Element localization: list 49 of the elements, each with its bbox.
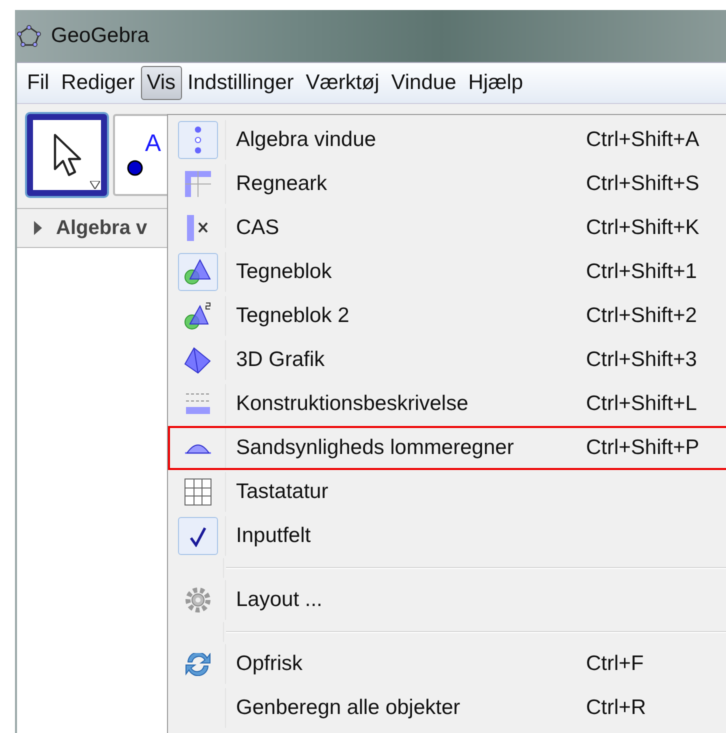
shortcut-text: Ctrl+F — [586, 652, 644, 676]
shortcut-text: Ctrl+Shift+K — [586, 216, 700, 240]
checkmark-icon — [188, 526, 206, 546]
gear-icon — [184, 587, 210, 613]
shortcut-text: Ctrl+Shift+3 — [586, 348, 697, 372]
highlighted-menu-item[interactable]: Sandsynligheds lommeregner Ctrl+Shift+P — [168, 426, 726, 470]
pentagon-logo-icon — [17, 25, 41, 47]
window-title: GeoGebra — [51, 24, 150, 48]
menu-bar-item[interactable]: Fil — [21, 66, 56, 100]
menu-item[interactable]: Konstruktionsbeskrivelse Ctrl+Shift+L — [168, 382, 726, 426]
refresh-arrows-icon — [184, 652, 210, 676]
bell-curve-icon — [184, 442, 212, 454]
text-lines-icon — [186, 393, 210, 415]
menu-item[interactable]: Inputfelt — [168, 514, 726, 558]
point-icon — [127, 160, 143, 176]
shortcut-text: Ctrl+Shift+L — [586, 392, 697, 416]
pyramid-icon — [184, 346, 211, 374]
triangle-circle-icon — [184, 259, 211, 285]
shortcut-text: Ctrl+Shift+A — [586, 128, 700, 152]
menu-item[interactable]: Layout ... — [168, 578, 726, 622]
cursor-arrow-icon — [52, 133, 82, 177]
menu-bar-item[interactable]: Vis — [140, 66, 182, 100]
expand-triangle-icon[interactable] — [34, 221, 42, 235]
point-label: A — [145, 130, 162, 158]
menu-item[interactable]: 3D Grafik Ctrl+Shift+3 — [168, 338, 726, 382]
dropdown-caret-icon — [90, 181, 100, 189]
spreadsheet-grid-icon — [184, 171, 210, 197]
shortcut-text: Ctrl+Shift+1 — [586, 260, 697, 284]
menu-item[interactable]: Genberegn alle objekter Ctrl+R — [168, 686, 726, 730]
panel-title: Algebra v — [56, 216, 148, 240]
menu-item[interactable]: Opfrisk Ctrl+F — [168, 642, 726, 686]
menu-item[interactable]: CAS Ctrl+Shift+K — [168, 206, 726, 250]
shortcut-text: Ctrl+Shift+P — [586, 436, 700, 460]
triangle-circle-two-icon — [184, 302, 211, 330]
menu-bar-item[interactable]: Indstillinger — [182, 66, 300, 100]
cas-x-icon — [187, 215, 208, 241]
menu-item[interactable]: Tegneblok 2 Ctrl+Shift+2 — [168, 294, 726, 338]
shortcut-text: Ctrl+Shift+S — [586, 172, 700, 196]
shortcut-text: Ctrl+R — [586, 696, 646, 720]
menu-bar-item[interactable]: Vindue — [385, 66, 462, 100]
shortcut-text: Ctrl+Shift+2 — [586, 304, 697, 328]
tool-button[interactable] — [27, 114, 107, 196]
keypad-grid-icon — [184, 478, 212, 506]
dots-column-icon — [194, 126, 202, 154]
menu-bar-item[interactable]: Værktøj — [300, 66, 386, 100]
menu-bar-item[interactable]: Rediger — [55, 66, 141, 100]
menu-item[interactable]: Tegneblok Ctrl+Shift+1 — [168, 250, 726, 294]
menu-item[interactable]: Tastatatur — [168, 470, 726, 514]
menu-bar-item[interactable]: Hjælp — [462, 66, 530, 100]
